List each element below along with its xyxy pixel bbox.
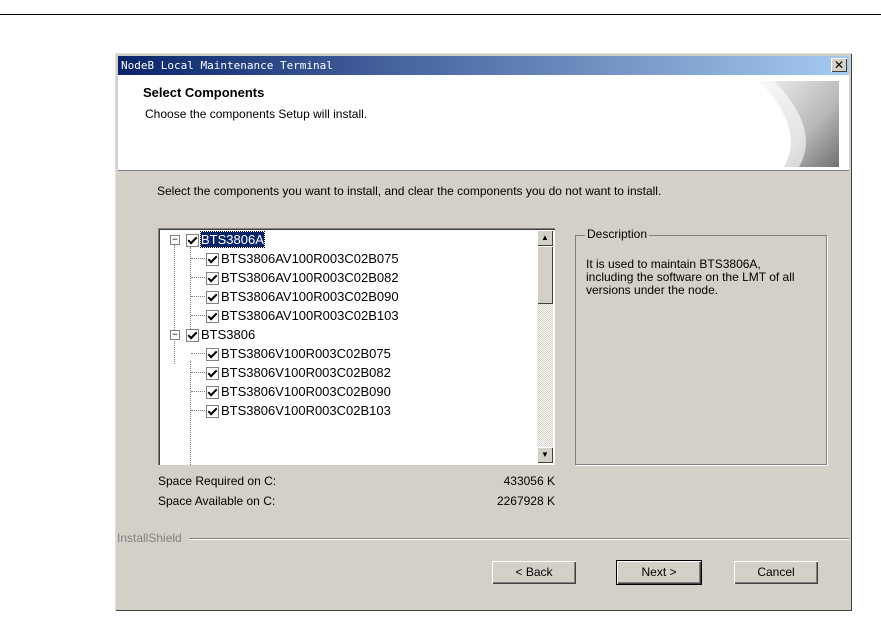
tree-line	[191, 315, 205, 316]
description-label: Description	[585, 227, 650, 241]
cancel-button[interactable]: Cancel	[734, 561, 818, 584]
checkbox[interactable]	[206, 253, 219, 267]
top-divider-line	[0, 14, 881, 15]
tree-item-label: BTS3806AV100R003C02B103	[221, 308, 399, 323]
tree-item-label: BTS3806AV100R003C02B090	[221, 289, 399, 304]
tree-item-label: BTS3806AV100R003C02B082	[221, 270, 399, 285]
checkbox[interactable]	[186, 234, 199, 248]
tree-item[interactable]: BTS3806AV100R003C02B075	[206, 249, 399, 268]
tree-line	[191, 277, 205, 278]
tree-line	[191, 372, 205, 373]
title-bar[interactable]: NodeB Local Maintenance Terminal ✕	[118, 56, 849, 75]
checkbox[interactable]	[206, 348, 219, 362]
footer-divider	[189, 538, 849, 539]
checkbox[interactable]	[206, 386, 219, 400]
window-title: NodeB Local Maintenance Terminal	[121, 59, 333, 72]
tree-line	[190, 247, 191, 333]
tree-line	[191, 391, 205, 392]
installer-dialog: NodeB Local Maintenance Terminal ✕ Selec…	[115, 53, 852, 611]
tree-line	[174, 242, 175, 364]
tree-item[interactable]: BTS3806V100R003C02B103	[206, 401, 391, 420]
tree-item[interactable]: BTS3806AV100R003C02B103	[206, 306, 399, 325]
tree-item-label: BTS3806V100R003C02B075	[221, 346, 391, 361]
tree-item[interactable]: BTS3806V100R003C02B090	[206, 382, 391, 401]
tree-item-label: BTS3806V100R003C02B103	[221, 403, 391, 418]
space-required-value: 433056 K	[503, 474, 555, 488]
tree-line	[190, 361, 191, 465]
checkbox[interactable]	[206, 291, 219, 305]
tree-item[interactable]: BTS3806AV100R003C02B082	[206, 268, 399, 287]
page-curl-graphic	[759, 81, 839, 167]
arrow-up-icon: ▲	[541, 233, 549, 242]
page-subtitle: Choose the components Setup will install…	[145, 107, 368, 121]
checkbox[interactable]	[206, 405, 219, 419]
close-button[interactable]: ✕	[831, 58, 847, 72]
collapse-icon[interactable]: −	[170, 235, 180, 245]
tree-line	[191, 410, 205, 411]
next-button[interactable]: Next >	[616, 560, 702, 585]
tree-item[interactable]: BTS3806AV100R003C02B090	[206, 287, 399, 306]
tree-line	[191, 353, 205, 354]
tree-item-label: BTS3806V100R003C02B090	[221, 384, 391, 399]
tree-item-label: BTS3806	[201, 327, 256, 342]
checkbox[interactable]	[206, 310, 219, 324]
space-available-row: Space Available on C: 2267928 K	[158, 494, 555, 508]
tree-item[interactable]: BTS3806V100R003C02B075	[206, 344, 391, 363]
checkbox[interactable]	[186, 329, 199, 343]
instruction-text: Select the components you want to instal…	[157, 184, 662, 198]
collapse-icon[interactable]: −	[170, 330, 180, 340]
tree-item[interactable]: BTS3806V100R003C02B082	[206, 363, 391, 382]
tree-line	[191, 296, 205, 297]
scroll-thumb[interactable]	[537, 246, 553, 304]
scroll-up-button[interactable]: ▲	[537, 230, 553, 246]
components-tree[interactable]: − BTS3806A BTS3806AV100R003C02B075 BTS38…	[158, 228, 555, 465]
installshield-brand: InstallShield	[117, 531, 182, 545]
space-required-row: Space Required on C: 433056 K	[158, 474, 555, 488]
tree-item-label: BTS3806V100R003C02B082	[221, 365, 391, 380]
scroll-down-button[interactable]: ▼	[537, 447, 553, 463]
page-title: Select Components	[143, 85, 265, 100]
tree-line	[191, 258, 205, 259]
checkbox[interactable]	[206, 367, 219, 381]
tree-item-label: BTS3806A	[200, 231, 265, 248]
checkbox[interactable]	[206, 272, 219, 286]
wizard-header: Select Components Choose the components …	[118, 75, 849, 171]
space-available-value: 2267928 K	[496, 494, 555, 508]
tree-item-label: BTS3806AV100R003C02B075	[221, 251, 399, 266]
arrow-down-icon: ▼	[541, 450, 549, 459]
tree-scrollbar[interactable]: ▲ ▼	[537, 230, 553, 463]
close-icon: ✕	[833, 58, 845, 72]
back-button[interactable]: < Back	[492, 561, 576, 584]
description-text: It is used to maintain BTS3806A, includi…	[586, 257, 795, 297]
